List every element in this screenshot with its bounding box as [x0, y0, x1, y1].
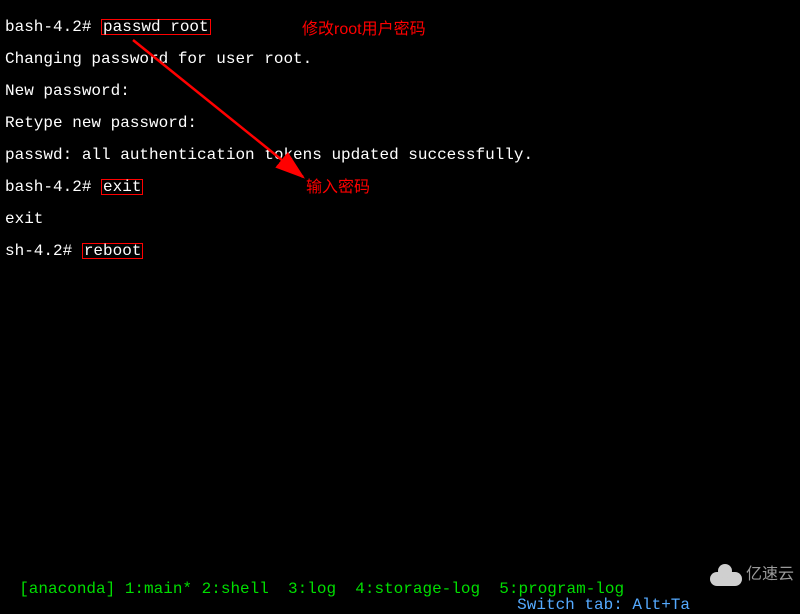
terminal-line: passwd: all authentication tokens update…: [5, 147, 795, 163]
terminal-line: Changing password for user root.: [5, 51, 795, 67]
terminal-line: New password:: [5, 83, 795, 99]
terminal-line: exit: [5, 211, 795, 227]
status-bar: [anaconda] 1:main* 2:shell 3:log 4:stora…: [0, 565, 690, 581]
cloud-icon: [710, 564, 742, 586]
annotation-title: 修改root用户密码: [302, 22, 426, 38]
command-passwd: passwd root: [101, 19, 211, 35]
annotation-input-password: 输入密码: [306, 180, 370, 196]
watermark: 亿速云: [710, 564, 794, 586]
command-reboot: reboot: [82, 243, 144, 259]
prompt-text: bash-4.2#: [5, 18, 101, 36]
terminal-line: Retype new password:: [5, 115, 795, 131]
statusbar-hint: Switch tab: Alt+Ta: [517, 597, 690, 613]
prompt-text: bash-4.2#: [5, 178, 101, 196]
prompt-text: sh-4.2#: [5, 242, 82, 260]
watermark-text: 亿速云: [746, 567, 794, 583]
command-exit: exit: [101, 179, 143, 195]
terminal-output[interactable]: bash-4.2# passwd root Changing password …: [0, 0, 800, 278]
